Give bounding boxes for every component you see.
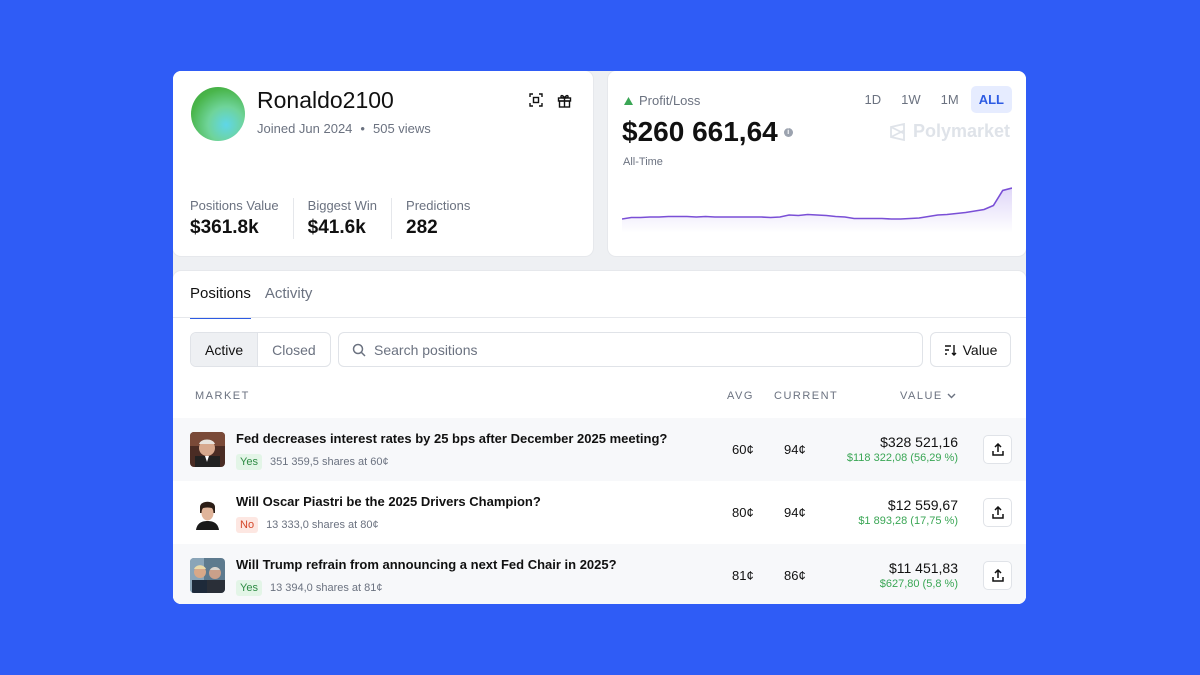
pnl-area	[622, 188, 1012, 233]
value-pnl: $1 893,28 (17,75 %)	[858, 515, 958, 527]
table-row[interactable]: Will Trump refrain from announcing a nex…	[173, 544, 1026, 604]
pnl-line	[622, 187, 1012, 220]
filter-closed[interactable]: Closed	[257, 333, 330, 366]
share-icon	[991, 506, 1004, 519]
header-current: CURRENT	[774, 390, 839, 402]
stat-label: Biggest Win	[307, 198, 378, 213]
table-row[interactable]: Fed decreases interest rates by 25 bps a…	[173, 418, 1026, 481]
stat-value: $361.8k	[190, 217, 259, 238]
stat-label: Predictions	[406, 198, 471, 213]
sort-icon	[944, 344, 957, 356]
chevron-down-icon	[947, 393, 956, 399]
brand-name: Polymarket	[912, 121, 1010, 141]
header-avg: AVG	[727, 390, 754, 402]
table-header: MARKET AVG CURRENT VALUE	[173, 388, 1026, 404]
stat-positions-value: Positions Value $361.8k	[190, 198, 294, 239]
share-icon	[991, 443, 1004, 456]
stat-value: $41.6k	[307, 217, 366, 238]
gift-icon[interactable]	[555, 91, 573, 109]
pnl-value: $260 661,64 i	[622, 116, 793, 148]
share-icon	[991, 569, 1004, 582]
market-image	[190, 432, 225, 467]
pnl-label-text: Profit/Loss	[639, 93, 701, 108]
market-title[interactable]: Fed decreases interest rates by 25 bps a…	[236, 431, 667, 446]
range-tabs: 1D 1W 1M ALL	[857, 86, 1012, 113]
tab-activity[interactable]: Activity	[265, 271, 313, 317]
range-tab-all[interactable]: ALL	[970, 86, 1012, 113]
position-value: $11 451,83 $627,80 (5,8 %)	[880, 560, 958, 590]
value-pnl: $118 322,08 (56,29 %)	[846, 452, 958, 464]
shares-text: 13 394,0 shares at 81¢	[269, 582, 383, 594]
market-image	[190, 495, 225, 530]
current-price: 86¢	[784, 568, 806, 583]
joined-date: Joined Jun 2024	[257, 121, 353, 136]
sort-label: Value	[962, 341, 998, 358]
current-price: 94¢	[784, 505, 806, 520]
avg-price: 80¢	[732, 505, 754, 520]
position-details: No 13 333,0 shares at 80¢	[236, 517, 379, 533]
sort-button[interactable]: Value	[930, 332, 1011, 367]
tab-positions[interactable]: Positions	[190, 271, 251, 319]
profile-card: Ronaldo2100 Joined Jun 2024 • 505 views Po…	[173, 71, 593, 256]
position-value: $12 559,67 $1 893,28 (17,75 %)	[858, 497, 958, 527]
avg-price: 81¢	[732, 568, 754, 583]
range-tab-1d[interactable]: 1D	[857, 86, 890, 113]
positions-tabs: Positions Activity	[190, 271, 326, 319]
search-placeholder: Search positions	[374, 341, 478, 358]
profile-meta: Joined Jun 2024 • 505 views	[257, 121, 431, 136]
filter-active[interactable]: Active	[191, 333, 258, 366]
username: Ronaldo2100	[257, 87, 394, 113]
tabs-divider	[173, 317, 1026, 318]
qr-scan-icon[interactable]	[527, 91, 545, 109]
range-tab-1w[interactable]: 1W	[893, 86, 929, 113]
value-amount: $328 521,16	[880, 434, 958, 450]
outcome-badge: Yes	[236, 454, 262, 470]
outcome-badge: Yes	[236, 580, 262, 596]
share-button[interactable]	[983, 498, 1012, 527]
polymarket-logo-icon	[890, 122, 905, 141]
info-icon[interactable]: i	[783, 127, 793, 137]
pnl-label: Profit/Loss	[624, 93, 700, 108]
status-filter: Active Closed	[190, 332, 331, 367]
search-input[interactable]: Search positions	[338, 332, 923, 367]
position-value: $328 521,16 $118 322,08 (56,29 %)	[847, 434, 958, 464]
avg-price: 60¢	[732, 442, 754, 457]
stat-label: Positions Value	[190, 198, 279, 213]
position-details: Yes 13 394,0 shares at 81¢	[236, 580, 382, 596]
view-count: 505 views	[372, 121, 431, 136]
profile-stats: Positions Value $361.8k Biggest Win $41.…	[190, 198, 498, 239]
triangle-up-icon	[624, 96, 633, 105]
positions-card: Positions Activity Active Closed Search …	[173, 271, 1026, 604]
pnl-chart	[622, 187, 1012, 233]
polymarket-watermark: Polymarket	[889, 121, 1010, 142]
value-pnl: $627,80 (5,8 %)	[879, 578, 958, 590]
range-tab-1m[interactable]: 1M	[933, 86, 967, 113]
value-amount: $11 451,83	[888, 560, 958, 576]
stat-value: 282	[406, 217, 438, 238]
pnl-card: Profit/Loss $260 661,64 i All-Time 1D 1W…	[608, 71, 1026, 256]
header-value-label: VALUE	[900, 390, 943, 402]
stat-biggest-win: Biggest Win $41.6k	[307, 198, 393, 239]
table-row[interactable]: Will Oscar Piastri be the 2025 Drivers C…	[173, 481, 1026, 544]
header-market: MARKET	[195, 390, 250, 402]
share-button[interactable]	[983, 435, 1012, 464]
stat-predictions: Predictions 282	[406, 198, 484, 239]
share-button[interactable]	[983, 561, 1012, 590]
pnl-amount: $260 661,64	[622, 116, 778, 147]
market-title[interactable]: Will Trump refrain from announcing a nex…	[236, 557, 617, 572]
pnl-period: All-Time	[623, 156, 663, 168]
search-icon	[352, 343, 366, 357]
market-title[interactable]: Will Oscar Piastri be the 2025 Drivers C…	[236, 494, 541, 509]
profile-panel: Ronaldo2100 Joined Jun 2024 • 505 views Po…	[173, 71, 1026, 604]
header-value[interactable]: VALUE	[900, 390, 956, 402]
outcome-badge: No	[236, 517, 259, 533]
market-image	[190, 558, 225, 593]
current-price: 94¢	[784, 442, 806, 457]
value-amount: $12 559,67	[887, 497, 958, 513]
shares-text: 351 359,5 shares at 60¢	[269, 456, 389, 468]
avatar	[191, 87, 245, 141]
shares-text: 13 333,0 shares at 80¢	[266, 519, 379, 531]
position-details: Yes 351 359,5 shares at 60¢	[236, 454, 389, 470]
separator-dot: •	[360, 121, 365, 136]
